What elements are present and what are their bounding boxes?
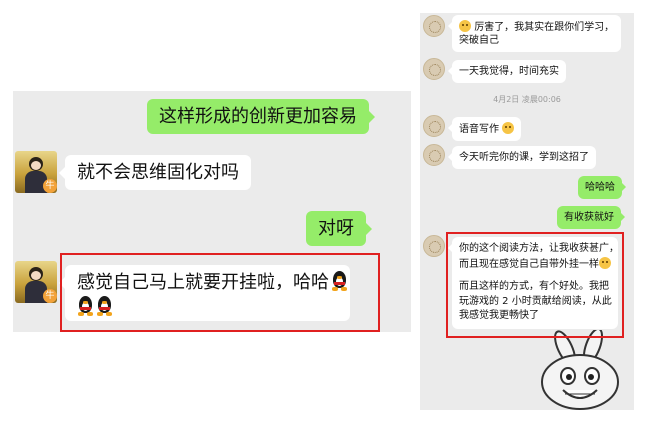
avatar-badge: 牛 (43, 289, 57, 303)
right-chat-panel: 厉害了，我其实在跟你们学习， 突破自己 一天我觉得，时间充实 4月2日 凌晨00… (420, 13, 634, 410)
avatar[interactable] (423, 235, 445, 257)
avatar[interactable] (423, 58, 445, 80)
thinking-emoji-icon (502, 122, 515, 134)
avatar[interactable] (423, 115, 445, 137)
chat-bubble-outgoing[interactable]: 对呀 (306, 211, 372, 247)
message-text: 有收获就好 (564, 212, 614, 223)
message-text: 对呀 (318, 218, 354, 239)
chat-bubble-incoming[interactable]: 语音写作 (447, 117, 522, 141)
message-text: 今天听完你的课，学到这招了 (459, 152, 589, 163)
avatar[interactable] (423, 15, 445, 37)
rabbit-sticker-icon (541, 330, 619, 410)
chat-bubble-outgoing[interactable]: 有收获就好 (557, 206, 625, 229)
timestamp: 4月2日 凌晨00:06 (493, 95, 561, 104)
chat-bubble-incoming[interactable]: 今天听完你的课，学到这招了 (448, 146, 596, 169)
avatar-badge: 牛 (43, 179, 57, 193)
message-text: 这样形成的创新更加容易 (159, 106, 357, 127)
message-text: 哈哈哈 (585, 182, 615, 193)
chat-bubble-outgoing[interactable]: 哈哈哈 (578, 176, 626, 199)
message-text: 一天我觉得，时间充实 (459, 66, 559, 77)
message-text: 突破自己 (459, 35, 499, 46)
grin-emoji-icon (459, 20, 471, 32)
highlight-box (446, 232, 624, 338)
highlight-box (60, 253, 380, 332)
chat-bubble-incoming[interactable]: 厉害了，我其实在跟你们学习， 突破自己 (447, 15, 622, 52)
avatar[interactable] (423, 144, 445, 166)
avatar[interactable]: 牛 (15, 261, 57, 303)
message-text: 就不会思维固化对吗 (77, 162, 239, 183)
message-text: 厉害了，我其实在跟你们学习， (474, 22, 615, 33)
message-text: 语音写作 (459, 124, 499, 135)
chat-bubble-outgoing[interactable]: 这样形成的创新更加容易 (147, 99, 375, 135)
chat-bubble-incoming[interactable]: 一天我觉得，时间充实 (448, 60, 566, 83)
avatar[interactable]: 牛 (15, 151, 57, 193)
chat-bubble-incoming[interactable]: 就不会思维固化对吗 (59, 155, 251, 191)
